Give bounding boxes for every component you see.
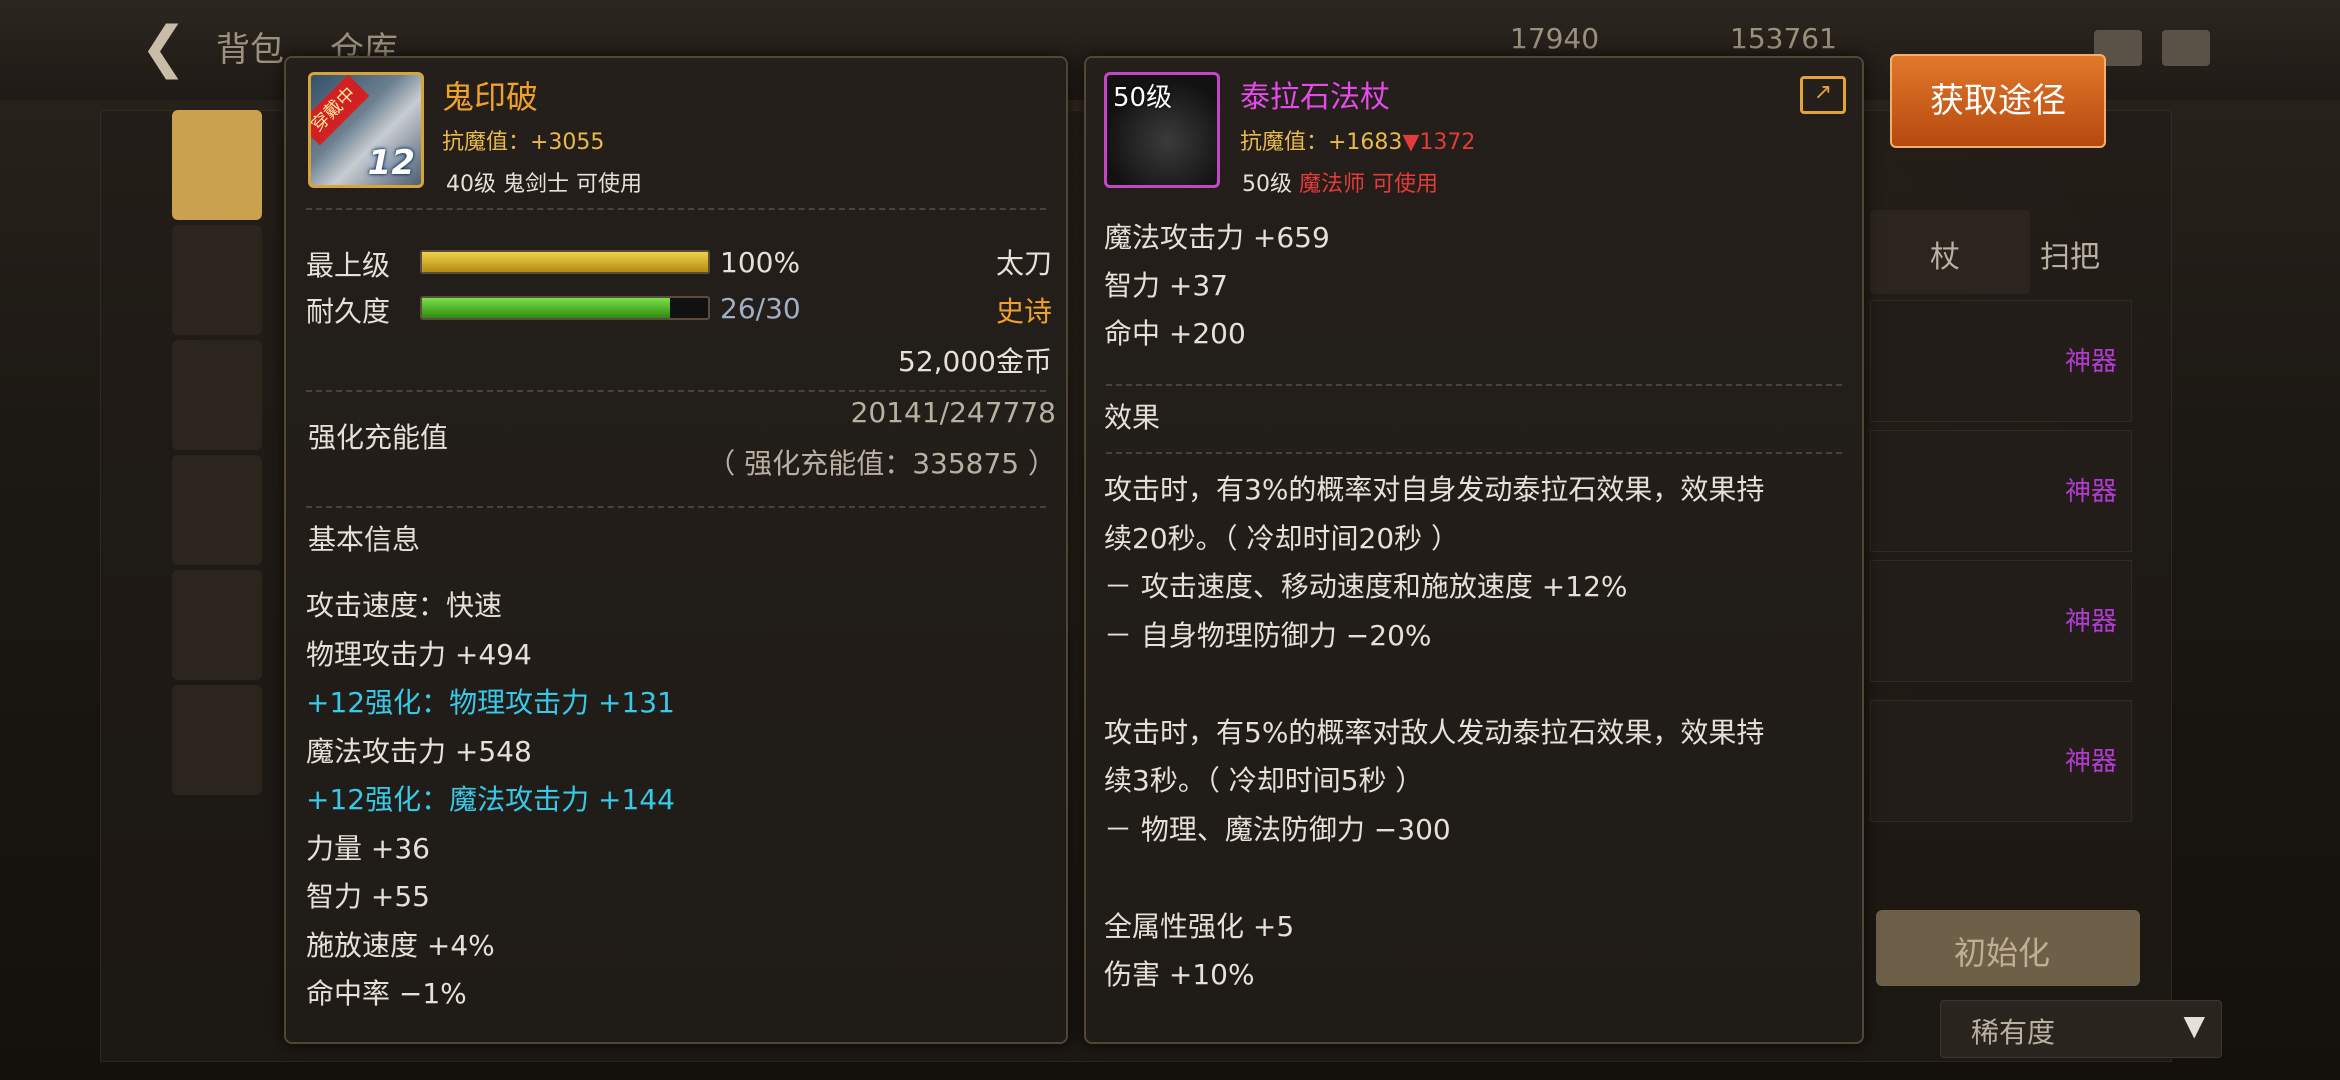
effect-line: 伤害 +10% — [1104, 958, 1255, 991]
tab-broom-label: 扫把 — [2040, 240, 2100, 275]
effect-title: 效果 — [1104, 401, 1161, 434]
level-requirement: 50级 魔法师 可使用 — [1242, 166, 1438, 198]
price: 52,000金币 — [898, 345, 1052, 378]
list-item-tag: 神器 — [2064, 747, 2117, 777]
sidebar-tab-active[interactable] — [172, 110, 262, 220]
currency-gold: 17940 — [1510, 22, 1600, 55]
stat-line: 攻击速度：快速 — [306, 589, 503, 622]
stat-line: 物理攻击力 +494 — [306, 637, 532, 671]
item-level-badge: 50级 — [1113, 83, 1173, 113]
item-tooltip-equipped: 穿戴中 12 鬼印破 抗魔值：+3055 40级 鬼剑士 可使用 最上级 100… — [284, 56, 1068, 1044]
grade-value: 100% — [720, 246, 801, 279]
grade-label: 最上级 — [306, 249, 391, 282]
weapon-type: 太刀 — [995, 247, 1052, 280]
weapon-katana-icon: 穿戴中 12 — [308, 72, 424, 188]
rarity-label: 史诗 — [995, 295, 1052, 328]
stat-line: +12强化：魔法攻击力 +144 — [306, 783, 675, 816]
sidebar-tab[interactable] — [172, 340, 262, 450]
divider — [1106, 384, 1842, 386]
effect-line: 续3秒。（ 冷却时间5秒 ） — [1104, 764, 1424, 797]
effect-line: 续20秒。（ 冷却时间20秒 ） — [1104, 521, 1460, 555]
stat-line: 施放速度 +4% — [306, 928, 495, 962]
stat-line: +12强化：物理攻击力 +131 — [306, 686, 675, 719]
currency-points: 153761 — [1730, 22, 1837, 55]
level-req-class: 魔法师 可使用 — [1299, 172, 1438, 197]
grade-bar-fill — [422, 252, 708, 272]
effect-line: － 物理、魔法防御力 −300 — [1104, 812, 1451, 846]
charge-label: 强化充能值 — [308, 421, 449, 454]
divider — [306, 208, 1046, 210]
list-item[interactable]: 神器 — [1870, 430, 2132, 552]
grade-bar — [420, 250, 710, 274]
stat-line: 智力 +55 — [306, 880, 430, 913]
stat-line: 魔法攻击力 +548 — [306, 734, 532, 768]
tab-inventory[interactable]: 背包 — [216, 22, 284, 71]
effect-line: 攻击时，有3%的概率对自身发动泰拉石效果，效果持 — [1104, 473, 1765, 506]
stat-line: 力量 +36 — [306, 831, 430, 865]
list-item-tag: 神器 — [2064, 477, 2117, 507]
item-name: 泰拉石法杖 — [1240, 80, 1390, 115]
share-icon[interactable]: ↗ — [1800, 76, 1846, 114]
get-source-button[interactable]: 获取途径 — [1890, 54, 2106, 148]
effect-line: － 攻击速度、移动速度和施放速度 +12% — [1104, 570, 1628, 603]
anti-magic-value: 抗魔值：+3055 — [442, 130, 605, 155]
level-req-level: 50级 — [1242, 172, 1292, 197]
divider — [306, 390, 1046, 392]
item-name: 鬼印破 — [442, 78, 539, 116]
effect-line: 全属性强化 +5 — [1104, 909, 1295, 943]
equipped-badge: 穿戴中 — [311, 75, 370, 146]
initialize-button-label: 初始化 — [1954, 934, 2051, 972]
durability-bar-fill — [422, 298, 670, 318]
list-item[interactable]: 神器 — [1870, 300, 2132, 422]
anti-magic-value: 抗魔值：+1683▼1372 — [1240, 124, 1475, 156]
list-item[interactable]: 神器 — [1870, 560, 2132, 682]
level-requirement: 40级 鬼剑士 可使用 — [446, 172, 642, 197]
durability-value: 26/30 — [720, 292, 801, 325]
basic-info-title: 基本信息 — [308, 523, 421, 556]
sidebar-tab[interactable] — [172, 570, 262, 680]
chat-icon[interactable] — [2162, 30, 2210, 66]
anti-magic-delta: ▼1372 — [1402, 130, 1476, 155]
rarity-select-label: 稀有度 — [1971, 1016, 2056, 1049]
tab-staff-label: 杖 — [1930, 240, 1960, 275]
item-tooltip-compare: 50级 泰拉石法杖 抗魔值：+1683▼1372 50级 魔法师 可使用 ↗ 魔… — [1084, 56, 1864, 1044]
effect-line: － 自身物理防御力 −20% — [1104, 618, 1432, 652]
chevron-down-icon: ▼ — [2183, 1009, 2205, 1042]
effect-line: 攻击时，有5%的概率对敌人发动泰拉石效果，效果持 — [1104, 715, 1765, 749]
stat-line: 命中 +200 — [1104, 317, 1246, 350]
top-right-icons — [2094, 30, 2210, 66]
durability-label: 耐久度 — [306, 295, 391, 328]
rarity-select[interactable]: 稀有度 ▼ — [1940, 1000, 2222, 1058]
stat-line: 智力 +37 — [1104, 269, 1228, 302]
anti-magic-text: 抗魔值：+1683 — [1240, 130, 1403, 155]
enhance-level: 12 — [367, 143, 415, 183]
list-item-tag: 神器 — [2064, 347, 2117, 377]
back-arrow-icon[interactable]: ❮ — [140, 18, 200, 78]
charge-total: （ 强化充能值：335875 ） — [707, 447, 1056, 480]
sidebar-tab[interactable] — [172, 455, 262, 565]
sidebar-tab[interactable] — [172, 685, 262, 795]
divider — [306, 506, 1046, 508]
list-item-tag: 神器 — [2064, 607, 2117, 637]
initialize-button[interactable]: 初始化 — [1876, 910, 2140, 986]
divider — [1106, 452, 1842, 454]
charge-value: 20141/247778 — [850, 396, 1056, 429]
weapon-staff-icon: 50级 — [1104, 72, 1220, 188]
list-item[interactable]: 神器 — [1870, 700, 2132, 822]
tab-broom[interactable]: 扫把 — [2000, 210, 2160, 294]
stat-line: 命中率 −1% — [306, 977, 467, 1010]
durability-bar — [420, 296, 710, 320]
stat-line: 魔法攻击力 +659 — [1104, 221, 1330, 254]
sidebar-tab[interactable] — [172, 225, 262, 335]
